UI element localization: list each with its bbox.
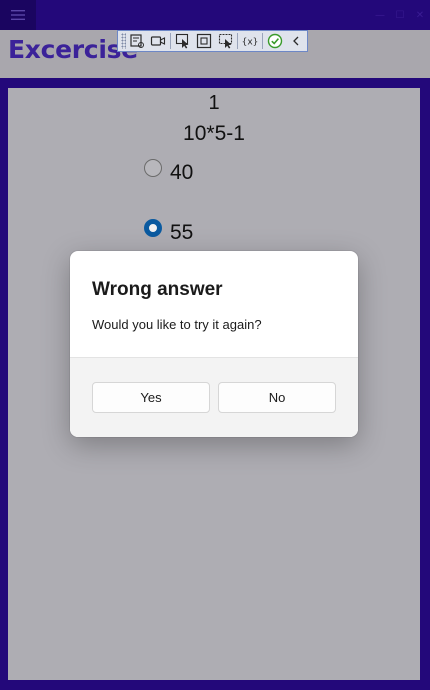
menu-button[interactable] [0, 0, 36, 30]
hamburger-icon [11, 10, 25, 20]
maximize-icon[interactable]: ☐ [390, 0, 410, 30]
dialog-message: Would you like to try it again? [92, 317, 262, 332]
answer-option[interactable]: 40 [144, 156, 193, 184]
answer-option[interactable]: 55 [144, 216, 193, 244]
question-number: 1 [208, 92, 220, 114]
window-controls: — ☐ ✕ [370, 0, 430, 30]
question-text: 10*5-1 [183, 122, 245, 145]
select-element-icon[interactable] [126, 31, 148, 51]
radio-button-selected[interactable] [144, 219, 162, 237]
title-bar: — ☐ ✕ [0, 0, 430, 30]
pointer-icon[interactable] [172, 31, 194, 51]
answer-label: 55 [170, 221, 194, 244]
toolbar-separator [169, 33, 171, 49]
yes-button[interactable]: Yes [92, 382, 210, 413]
dialog-title: Wrong answer [92, 279, 223, 300]
minimize-icon[interactable]: — [370, 0, 390, 30]
answer-label: 40 [170, 161, 194, 184]
toolbar-separator [237, 33, 239, 49]
binding-icon[interactable]: {x} [239, 31, 261, 51]
debug-toolbar: {x} [117, 30, 308, 52]
record-icon[interactable] [147, 31, 169, 51]
dialog-footer: Yes No [70, 357, 358, 437]
collapse-icon[interactable] [285, 31, 307, 51]
no-button[interactable]: No [218, 382, 336, 413]
header-divider [0, 78, 430, 88]
frame-icon[interactable] [193, 31, 215, 51]
check-icon[interactable] [264, 31, 286, 51]
radio-button[interactable] [144, 159, 162, 177]
svg-text:{x}: {x} [242, 38, 258, 48]
display-layout-icon[interactable] [215, 31, 237, 51]
wrong-answer-dialog: Wrong answer Would you like to try it ag… [70, 251, 358, 437]
close-icon[interactable]: ✕ [410, 0, 430, 30]
toolbar-separator [261, 33, 263, 49]
